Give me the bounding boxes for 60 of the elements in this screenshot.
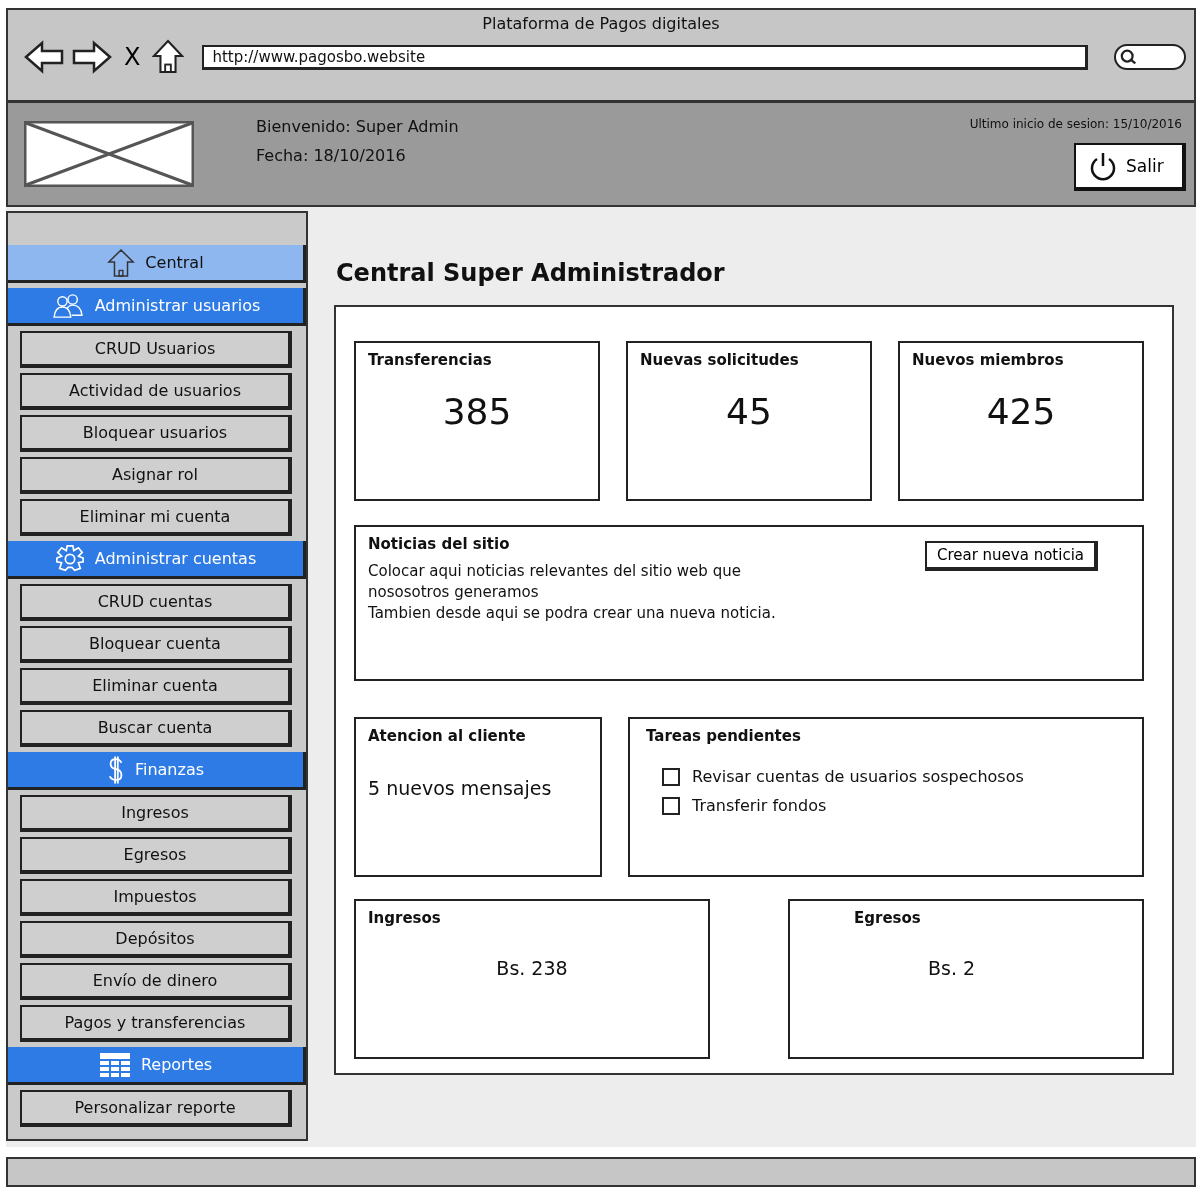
gear-icon	[54, 543, 85, 574]
home-icon	[107, 247, 136, 278]
messages-text: 5 nuevos mensajes	[368, 777, 553, 799]
create-news-button[interactable]: Crear nueva noticia	[924, 541, 1098, 571]
card-title: Transferencias	[368, 351, 493, 369]
page-title: Central Super Administrador	[336, 259, 726, 287]
stat-value: 425	[985, 391, 1057, 432]
sidebar-item[interactable]: Actividad de usuarios	[20, 373, 292, 410]
sidebar-section[interactable]: Reportes	[8, 1047, 306, 1085]
sidebar-item[interactable]: Pagos y transferencias	[20, 1005, 292, 1042]
task-label: Transferir fondos	[692, 796, 827, 815]
sidebar-section[interactable]: Administrar cuentas	[8, 541, 306, 579]
sidebar-item[interactable]: Asignar rol	[20, 457, 292, 494]
sidebar-item[interactable]: Envío de dinero	[20, 963, 292, 1000]
card-title: Nuevas solicitudes	[640, 351, 800, 369]
stop-button[interactable]: X	[120, 43, 145, 71]
stat-value: 385	[441, 391, 513, 432]
card-title: Tareas pendientes	[646, 727, 802, 745]
table-icon	[98, 1051, 131, 1078]
card-title: Noticias del sitio	[368, 535, 511, 553]
forward-icon[interactable]	[72, 40, 112, 74]
stat-value: 45	[725, 391, 773, 432]
home-icon[interactable]	[152, 39, 185, 75]
sidebar-item[interactable]: CRUD cuentas	[20, 584, 292, 621]
date-text: Fecha: 18/10/2016	[256, 146, 407, 165]
task-label: Revisar cuentas de usuarios sospechosos	[692, 767, 1024, 786]
dollar-icon	[106, 754, 125, 785]
sidebar-item[interactable]: Personalizar reporte	[20, 1090, 292, 1127]
sidebar-item[interactable]: Buscar cuenta	[20, 710, 292, 747]
sidebar-item[interactable]: Ingresos	[20, 795, 292, 832]
sidebar-section[interactable]: Central	[8, 245, 306, 283]
logout-button[interactable]: Salir	[1074, 143, 1186, 191]
address-field[interactable]: http://www.pagosbo.website	[202, 44, 1088, 70]
news-text: Colocar aqui noticias relevantes del sitio web que nososotros generamos Tambien desde aqui se podra crear una nueva noticia.	[368, 561, 776, 624]
checkbox[interactable]	[662, 796, 680, 815]
power-icon	[1088, 151, 1118, 181]
sidebar-section[interactable]: Administrar usuarios	[8, 288, 306, 326]
card-title: Atencion al cliente	[368, 727, 527, 745]
checkbox[interactable]	[662, 767, 680, 786]
sidebar-item[interactable]: Impuestos	[20, 879, 292, 916]
amount-value: Bs. 238	[495, 957, 569, 979]
sidebar-item[interactable]: Egresos	[20, 837, 292, 874]
sidebar-item[interactable]: Eliminar cuenta	[20, 668, 292, 705]
card-title: Egresos	[854, 909, 922, 927]
back-icon[interactable]	[24, 40, 64, 74]
sidebar-item[interactable]: Depósitos	[20, 921, 292, 958]
search-icon	[1120, 48, 1138, 66]
sidebar-item[interactable]: Bloquear cuenta	[20, 626, 292, 663]
sidebar-item[interactable]: CRUD Usuarios	[20, 331, 292, 368]
card-title: Nuevos miembros	[912, 351, 1065, 369]
amount-value: Bs. 2	[928, 957, 977, 979]
welcome-text: Bienvenido: Super Admin	[256, 117, 460, 136]
last-login-text: Ultimo inicio de sesion: 15/10/2016	[969, 117, 1182, 131]
sidebar-section[interactable]: Finanzas	[8, 752, 306, 790]
window-title: Plataforma de Pagos digitales	[481, 14, 721, 33]
card-title: Ingresos	[368, 909, 442, 927]
users-icon	[50, 292, 85, 319]
search-field[interactable]	[1114, 44, 1186, 70]
sidebar-item[interactable]: Bloquear usuarios	[20, 415, 292, 452]
sidebar-item[interactable]: Eliminar mi cuenta	[20, 499, 292, 536]
